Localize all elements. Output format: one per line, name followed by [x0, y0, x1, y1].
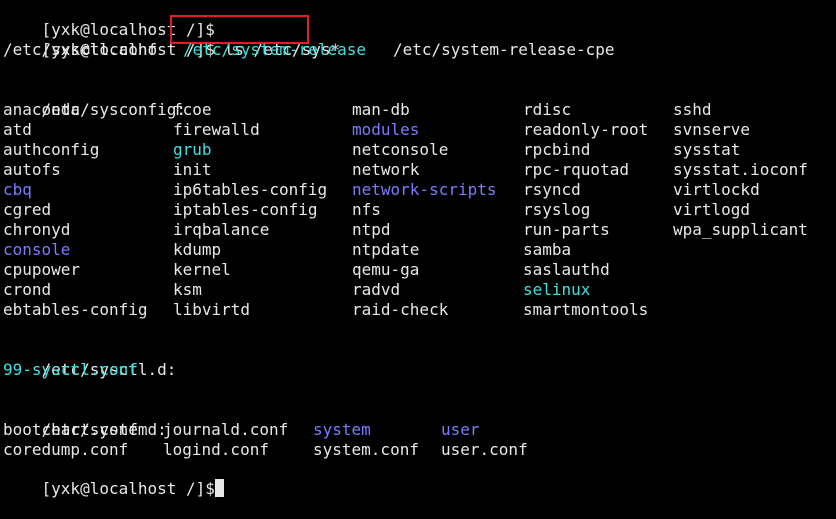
file-entry: raid-check [352, 300, 449, 319]
file-entry: authconfig [3, 140, 100, 159]
file-entry: iptables-config [173, 200, 318, 219]
file-entry: system.conf [313, 440, 419, 459]
text-cursor [214, 479, 224, 497]
directory-entry: cbq [3, 180, 32, 199]
file-entry: nfs [352, 200, 381, 219]
file-entry: ip6tables-config [173, 180, 328, 199]
file-entry: virtlogd [673, 200, 751, 219]
file-entry: crond [3, 280, 52, 299]
sysctld-listing: 99-sysctl.conf [3, 360, 138, 380]
directory-entry: network-scripts [352, 180, 497, 199]
file-entry: saslauthd [523, 260, 610, 279]
prompt-line-final[interactable]: [yxk@localhost /]$ [3, 459, 224, 498]
file-entry: ntpdate [352, 240, 420, 259]
file-entry: samba [523, 240, 572, 259]
file-entry: qemu-ga [352, 260, 420, 279]
directory-entry: system [313, 420, 371, 439]
file-entry: /etc/system-release-cpe [393, 40, 615, 59]
section-header-systemd: /etc/systemd: [3, 400, 167, 439]
file-entry: firewalld [173, 120, 260, 139]
file-entry: init [173, 160, 212, 179]
file-entry: kernel [173, 260, 231, 279]
file-entry: smartmontools [523, 300, 649, 319]
file-entry: fcoe [173, 100, 212, 119]
file-entry: ntpd [352, 220, 391, 239]
file-entry: /etc/system-release [183, 40, 367, 59]
file-entry: run-parts [523, 220, 610, 239]
directory-entry: modules [352, 120, 420, 139]
file-entry: user.conf [441, 440, 528, 459]
file-entry: virtlockd [673, 180, 760, 199]
file-entry: atd [3, 120, 32, 139]
top-files-line: /etc/sysctl.conf /etc/system-release /et… [3, 40, 615, 60]
section-header-sysctld: /etc/sysctl.d: [3, 340, 177, 379]
file-entry: rsyncd [523, 180, 581, 199]
file-entry: irqbalance [173, 220, 270, 239]
file-entry: rsyslog [523, 200, 591, 219]
file-entry: readonly-root [523, 120, 649, 139]
file-entry: cpupower [3, 260, 81, 279]
file-entry: logind.conf [163, 440, 269, 459]
file-entry: rpcbind [523, 140, 591, 159]
file-entry: /etc/sysctl.conf [3, 40, 158, 59]
file-entry: selinux [523, 280, 591, 299]
file-entry: anaconda [3, 100, 81, 119]
file-entry: autofs [3, 160, 61, 179]
file-entry: man-db [352, 100, 410, 119]
section-header-sysconfig: /etc/sysconfig: [3, 80, 187, 119]
file-entry: ebtables-config [3, 300, 148, 319]
file-entry: chronyd [3, 220, 71, 239]
file-entry: grub [173, 140, 212, 159]
directory-entry: user [441, 420, 480, 439]
file-entry: journald.conf [163, 420, 289, 439]
file-entry: svnserve [673, 120, 751, 139]
terminal-window[interactable]: [yxk@localhost /]$ [yxk@localhost /]$ ls… [0, 0, 836, 498]
prompt-text: [yxk@localhost /]$ [41, 479, 215, 498]
file-entry: radvd [352, 280, 401, 299]
file-entry: sysstat [673, 140, 741, 159]
file-entry: sysstat.ioconf [673, 160, 808, 179]
file-entry: sshd [673, 100, 712, 119]
file-entry: kdump [173, 240, 222, 259]
file-entry: ksm [173, 280, 202, 299]
file-entry: netconsole [352, 140, 449, 159]
file-entry: rpc-rquotad [523, 160, 629, 179]
file-entry: coredump.conf [3, 440, 129, 459]
file-entry: network [352, 160, 420, 179]
file-entry: cgred [3, 200, 52, 219]
file-entry: rdisc [523, 100, 572, 119]
directory-entry: console [3, 240, 71, 259]
file-entry: bootchart.conf [3, 420, 138, 439]
file-entry: libvirtd [173, 300, 251, 319]
file-entry: wpa_supplicant [673, 220, 808, 239]
file-entry: 99-sysctl.conf [3, 360, 138, 379]
